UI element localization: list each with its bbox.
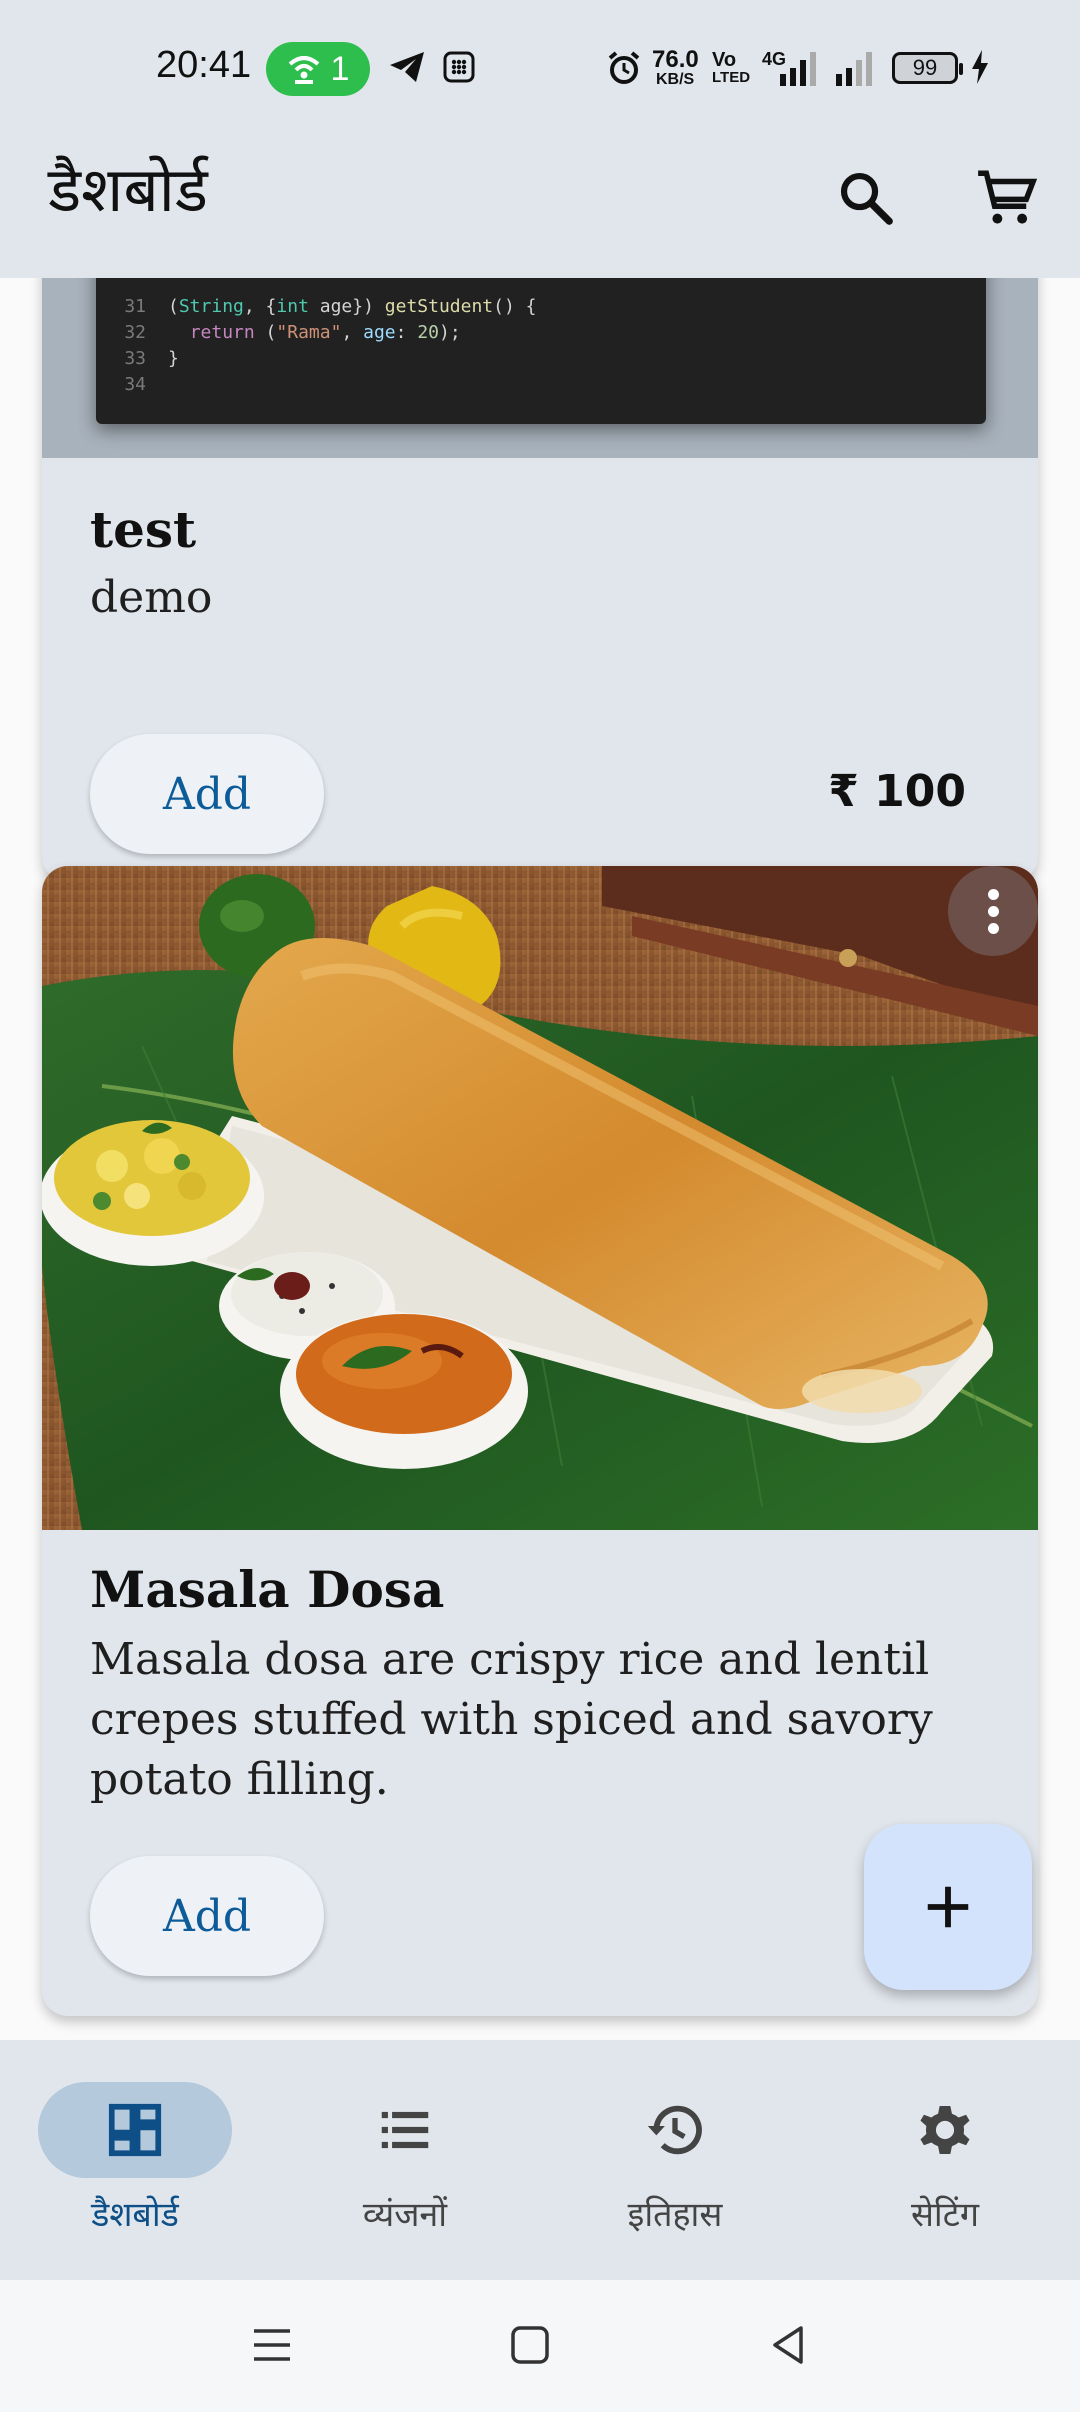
nav-label: व्यंजनों bbox=[362, 2195, 448, 2235]
code-text: (String, {int age}) getStudent() { bbox=[168, 296, 537, 317]
line-number: 34 bbox=[124, 374, 146, 395]
code-screenshot: 31 (String, {int age}) getStudent() { 32… bbox=[96, 278, 986, 424]
back-button[interactable] bbox=[748, 2310, 828, 2380]
app-bar: डैशबोर्ड bbox=[0, 138, 1080, 278]
history-icon bbox=[647, 2105, 702, 2155]
hotspot-icon bbox=[288, 56, 319, 84]
nav-item-settings[interactable]: सेटिंग bbox=[810, 2040, 1080, 2280]
battery-indicator: 99 bbox=[892, 52, 963, 84]
bottom-navigation: डैशबोर्ड व्यंजनों इतिहास सेटिंग bbox=[0, 2040, 1080, 2280]
signal-strength-sim2 bbox=[836, 52, 872, 86]
add-dish-fab[interactable] bbox=[864, 1824, 1032, 1990]
code-text: return ("Rama", age: 20); bbox=[189, 322, 461, 343]
line-number: 31 bbox=[124, 296, 146, 317]
code-line: 34 bbox=[96, 372, 986, 398]
code-line: 31 (String, {int age}) getStudent() { bbox=[96, 294, 986, 320]
add-button[interactable]: Add bbox=[90, 1856, 324, 1976]
dashboard-icon bbox=[108, 2103, 162, 2157]
signal-strength-sim1 bbox=[780, 52, 816, 86]
alarm-icon bbox=[608, 51, 640, 84]
search-icon bbox=[840, 172, 893, 225]
dish-image: 31 (String, {int age}) getStudent() { 32… bbox=[42, 278, 1038, 458]
telegram-icon bbox=[390, 52, 424, 82]
more-options-button[interactable] bbox=[948, 866, 1038, 956]
nav-item-dishes[interactable]: व्यंजनों bbox=[270, 2040, 540, 2280]
settings-icon bbox=[920, 2106, 970, 2154]
dish-image bbox=[42, 866, 1038, 1530]
recent-apps-button[interactable] bbox=[232, 2310, 312, 2380]
home-square-icon bbox=[511, 2326, 549, 2364]
nav-label: इतिहास bbox=[627, 2195, 723, 2235]
sim-app-icon bbox=[443, 51, 475, 83]
hotspot-indicator: 1 bbox=[266, 42, 370, 96]
cart-icon bbox=[978, 170, 1038, 224]
dish-description: Masala dosa are crispy rice and lentil c… bbox=[90, 1634, 933, 1805]
status-time: 20:41 bbox=[156, 44, 252, 86]
code-text: } bbox=[168, 348, 179, 369]
page-title: डैशबोर्ड bbox=[48, 153, 208, 226]
masala-dosa-photo bbox=[42, 866, 1038, 1530]
volte-label-bottom: LTED bbox=[712, 69, 751, 86]
line-number: 33 bbox=[124, 348, 146, 369]
dish-description: demo bbox=[90, 572, 213, 623]
dish-title: test bbox=[90, 500, 197, 559]
code-line: 32 return ("Rama", age: 20); bbox=[96, 320, 986, 346]
plus-icon bbox=[927, 1886, 969, 1928]
volte-label-top: Vo bbox=[712, 49, 737, 71]
dish-list: 31 (String, {int age}) getStudent() { 32… bbox=[0, 278, 1080, 2040]
system-navigation-bar bbox=[0, 2280, 1080, 2412]
dish-price: ₹ 100 bbox=[828, 766, 966, 817]
charging-icon bbox=[972, 50, 988, 84]
net-speed-unit: KB/S bbox=[656, 71, 695, 88]
dish-title: Masala Dosa bbox=[90, 1560, 445, 1619]
code-line: 33 } bbox=[96, 346, 986, 372]
list-icon bbox=[381, 2111, 429, 2149]
net-speed: 76.0 bbox=[652, 46, 699, 73]
nav-active-indicator bbox=[38, 2082, 232, 2178]
home-button[interactable] bbox=[490, 2310, 570, 2380]
back-triangle-icon bbox=[773, 2326, 803, 2364]
nav-label: डैशबोर्ड bbox=[91, 2195, 179, 2235]
nav-item-dashboard[interactable]: डैशबोर्ड bbox=[0, 2040, 270, 2280]
menu-icon bbox=[254, 2329, 290, 2361]
line-number: 32 bbox=[124, 322, 146, 343]
cart-button[interactable] bbox=[962, 158, 1052, 238]
add-button[interactable]: Add bbox=[90, 734, 324, 854]
nav-label: सेटिंग bbox=[910, 2195, 980, 2235]
more-vert-icon bbox=[987, 888, 999, 900]
hotspot-count: 1 bbox=[330, 49, 350, 88]
nav-item-history[interactable]: इतिहास bbox=[540, 2040, 810, 2280]
search-button[interactable] bbox=[826, 158, 906, 238]
dish-card: 31 (String, {int age}) getStudent() { 32… bbox=[42, 278, 1038, 882]
status-bar: 20:41 1 76.0 KB/S Vo LTED 4G 99 bbox=[0, 0, 1080, 138]
